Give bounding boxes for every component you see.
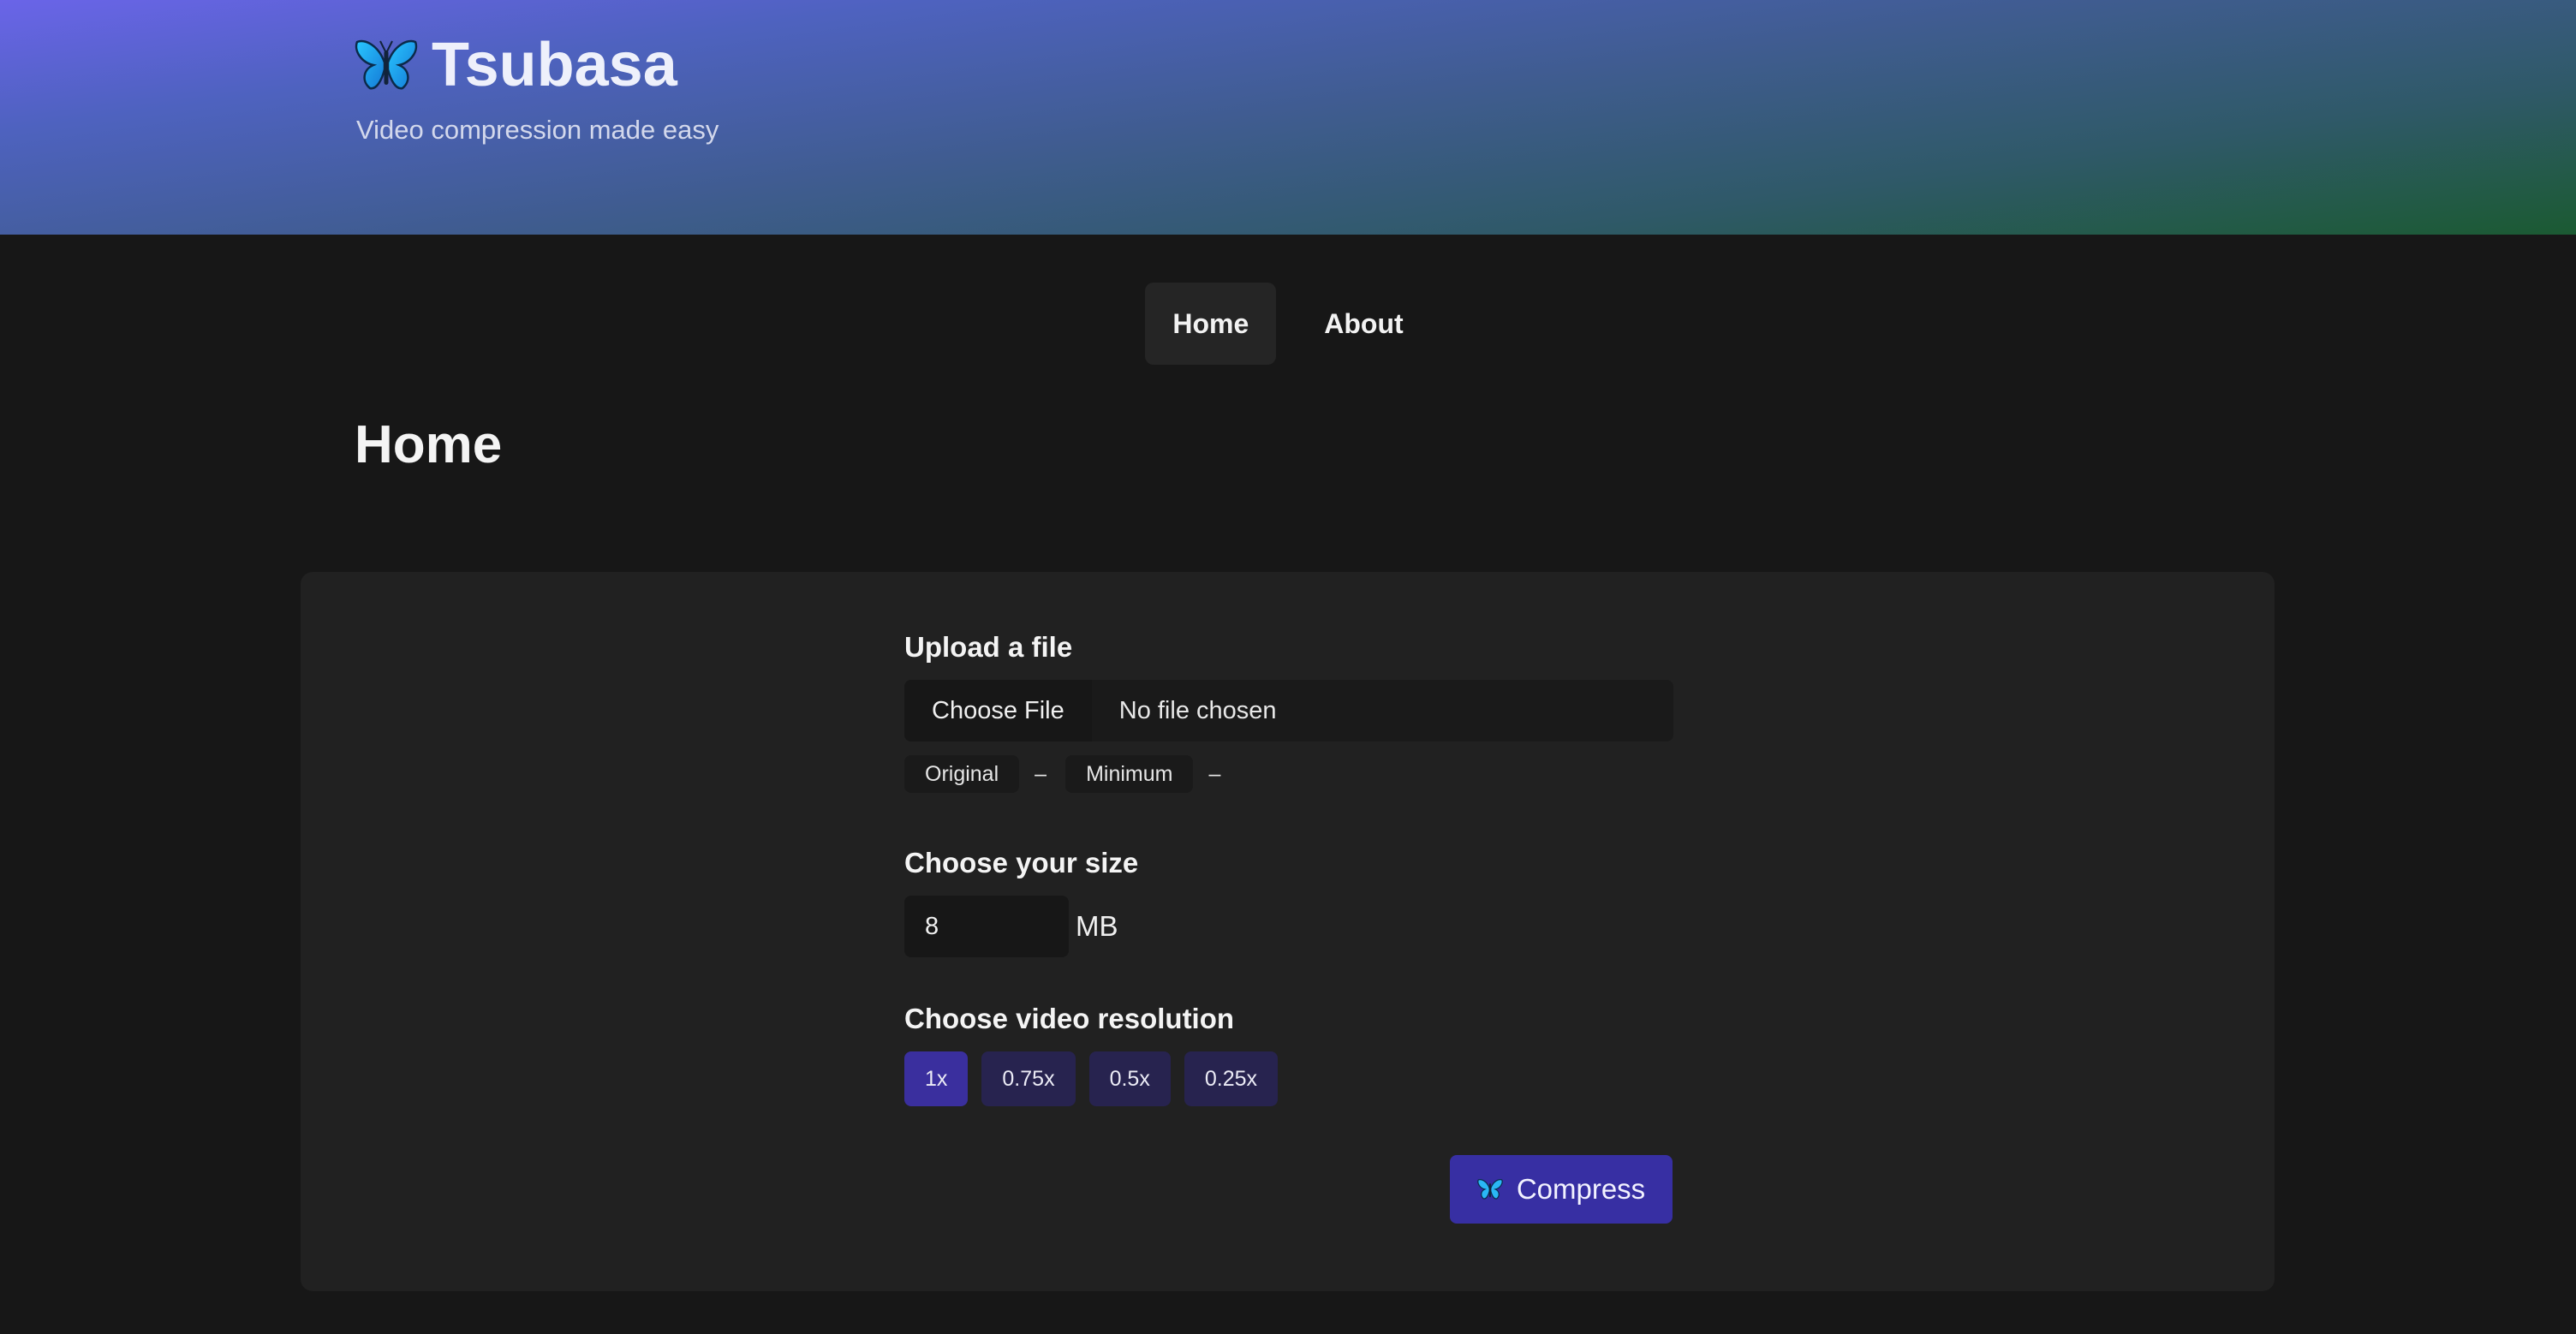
minimum-size-value: – (1208, 761, 1221, 786)
original-size-value: – (1035, 761, 1047, 786)
tagline: Video compression made easy (356, 115, 719, 145)
compress-label: Compress (1516, 1173, 1646, 1205)
minimum-size-badge: Minimum (1065, 755, 1194, 793)
header-banner: Tsubasa Video compression made easy (0, 0, 2576, 235)
choose-file-button[interactable]: Choose File (904, 680, 1092, 741)
resolution-option-1x[interactable]: 1x (904, 1051, 969, 1106)
size-label: Choose your size (904, 847, 1139, 878)
file-status: No file chosen (1118, 696, 1277, 724)
butterfly-icon (1477, 1179, 1503, 1200)
resolution-options: 1x 0.75x 0.5x 0.25x (904, 1051, 1675, 1106)
resolution-section: Choose video resolution 1x 0.75x 0.5x 0.… (904, 1002, 1675, 1106)
resolution-option-0-25x[interactable]: 0.25x (1184, 1051, 1279, 1106)
upload-label: Upload a file (904, 631, 1073, 663)
resolution-option-0-75x[interactable]: 0.75x (981, 1051, 1076, 1106)
size-section: Choose your size MB (904, 846, 1675, 957)
compression-form: Upload a file Choose File No file chosen… (904, 630, 1675, 1106)
main-nav: Home About (0, 283, 2576, 365)
file-input[interactable]: Choose File No file chosen (904, 680, 1673, 741)
app-title: Tsubasa (432, 31, 677, 99)
compress-button[interactable]: Compress (1450, 1155, 1673, 1224)
resolution-label: Choose video resolution (904, 1003, 1235, 1034)
brand[interactable]: Tsubasa (355, 31, 677, 99)
nav-item-about[interactable]: About (1297, 283, 1430, 365)
nav-item-home[interactable]: Home (1145, 283, 1277, 365)
target-size-input[interactable] (904, 896, 1069, 957)
compression-card: Upload a file Choose File No file chosen… (301, 572, 2275, 1291)
size-input-row: MB (904, 896, 1675, 957)
resolution-option-0-5x[interactable]: 0.5x (1088, 1051, 1171, 1106)
page-title: Home (355, 415, 503, 474)
file-size-info: Original – Minimum – (904, 755, 1675, 793)
original-size-badge: Original (904, 755, 1020, 793)
size-unit: MB (1076, 910, 1118, 942)
butterfly-icon (355, 39, 418, 90)
